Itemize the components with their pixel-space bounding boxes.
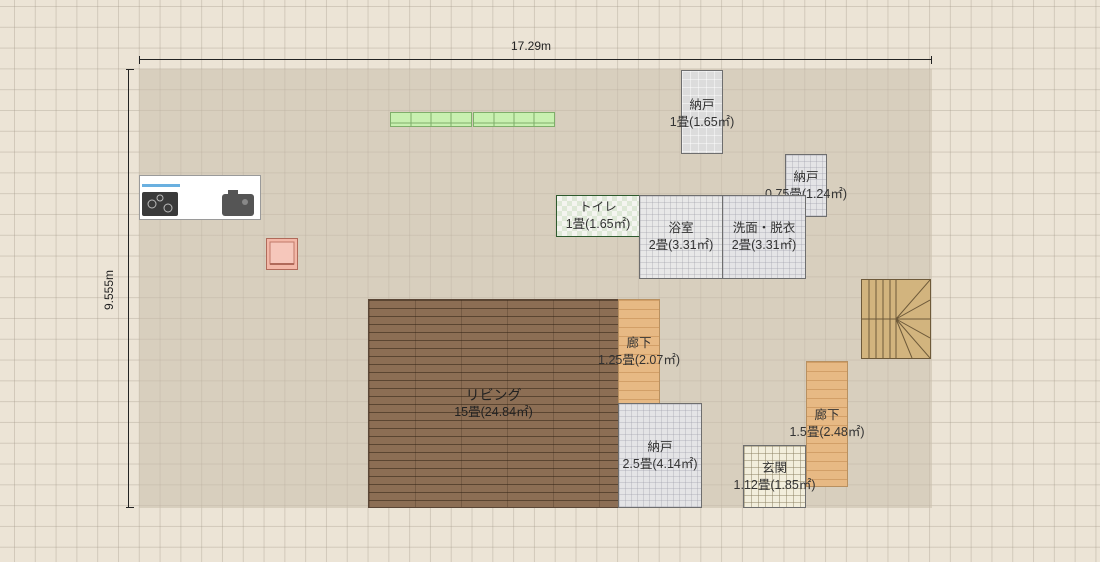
- room-storage-bottom[interactable]: 納戸 2.5畳(4.14㎡): [618, 403, 702, 508]
- sink-icon: [222, 190, 254, 216]
- staircase-icon[interactable]: [861, 279, 931, 359]
- room-toilet[interactable]: トイレ 1畳(1.65㎡): [556, 195, 640, 237]
- staircase-icon-detail: [862, 279, 931, 359]
- bench-icon-detail: [474, 113, 554, 126]
- room-entrance[interactable]: 玄関 1.12畳(1.85㎡): [734, 445, 816, 508]
- room-living[interactable]: リビング 15畳(24.84㎡): [368, 299, 619, 508]
- room-storage-top[interactable]: 納戸 1畳(1.65㎡): [670, 70, 734, 154]
- room-name: トイレ: [579, 200, 617, 214]
- height-dimension-line: [128, 69, 129, 508]
- room-area: 1.12畳(1.85㎡): [733, 477, 816, 492]
- room-hallway-center[interactable]: 廊下 1.25畳(2.07㎡): [598, 299, 680, 404]
- width-dimension-tick-right: [931, 56, 932, 64]
- room-name: 浴室: [668, 221, 694, 235]
- room-area: 15畳(24.84㎡): [454, 404, 533, 419]
- height-dimension-tick-bottom: [126, 507, 134, 508]
- room-name: 玄関: [761, 460, 787, 475]
- room-name: 廊下: [626, 335, 652, 350]
- room-name: 納戸: [793, 169, 819, 184]
- bench-icon-detail: [391, 113, 471, 126]
- bench-icon[interactable]: [390, 112, 472, 127]
- room-name: 納戸: [689, 98, 715, 112]
- width-dimension-line: [139, 59, 932, 60]
- height-dimension-tick-top: [126, 69, 134, 70]
- room-washroom[interactable]: 洗面・脱衣 2畳(3.31㎡): [722, 195, 806, 279]
- room-name: リビング: [465, 386, 522, 403]
- small-table-icon-detail: [269, 241, 295, 265]
- room-area: 1畳(1.65㎡): [669, 115, 735, 129]
- room-area: 1.5畳(2.48㎡): [789, 425, 865, 439]
- room-hallway-right[interactable]: 廊下 1.5畳(2.48㎡): [789, 361, 865, 487]
- bench-icon[interactable]: [473, 112, 555, 127]
- room-name: 納戸: [647, 439, 673, 454]
- height-dimension-label: 9.555m: [102, 269, 117, 311]
- room-name: 洗面・脱衣: [732, 221, 796, 235]
- room-area: 2.5畳(4.14㎡): [622, 456, 698, 471]
- floor-plan-canvas[interactable]: 17.29m 9.555m 納戸 1畳(1.65㎡) 納戸 0.75畳(1.24…: [0, 0, 1100, 562]
- small-table-icon[interactable]: [266, 238, 298, 270]
- room-area: 1.25畳(2.07㎡): [598, 352, 680, 367]
- room-bathroom[interactable]: 浴室 2畳(3.31㎡): [639, 195, 723, 279]
- room-area: 2畳(3.31㎡): [731, 238, 797, 252]
- room-area: 1畳(1.65㎡): [565, 217, 631, 231]
- width-dimension-label: 17.29m: [511, 39, 552, 53]
- room-area: 2畳(3.31㎡): [648, 238, 714, 252]
- width-dimension-tick-left: [139, 56, 140, 64]
- room-name: 廊下: [814, 408, 840, 422]
- kitchen-counter[interactable]: [139, 175, 261, 220]
